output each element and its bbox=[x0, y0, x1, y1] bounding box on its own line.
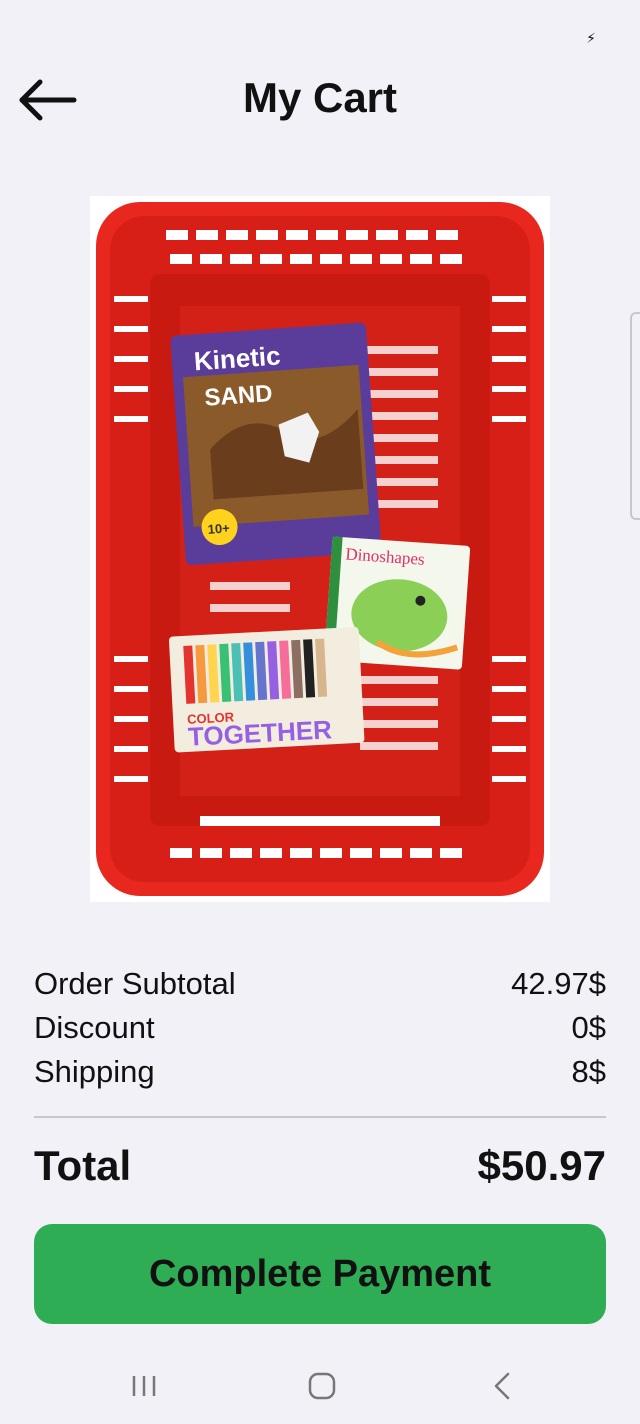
shipping-label: Shipping bbox=[34, 1054, 155, 1089]
scroll-indicator[interactable] bbox=[630, 312, 640, 520]
discount-value: 0$ bbox=[571, 1010, 606, 1045]
subtotal-row: Order Subtotal 42.97$ bbox=[34, 962, 606, 1006]
recents-icon bbox=[132, 1376, 156, 1396]
system-nav-bar bbox=[0, 1350, 640, 1424]
subtotal-value: 42.97$ bbox=[511, 966, 606, 1001]
summary-divider bbox=[34, 1116, 606, 1118]
shipping-value: 8$ bbox=[571, 1054, 606, 1089]
subtotal-label: Order Subtotal bbox=[34, 966, 236, 1001]
nav-back-button[interactable] bbox=[472, 1366, 532, 1406]
discount-row: Discount 0$ bbox=[34, 1006, 606, 1050]
home-icon bbox=[308, 1372, 336, 1400]
total-value: $50.97 bbox=[477, 1142, 606, 1189]
discount-label: Discount bbox=[34, 1010, 155, 1045]
order-summary: Order Subtotal 42.97$ Discount 0$ Shippi… bbox=[34, 962, 606, 1094]
svg-text:10+: 10+ bbox=[207, 520, 230, 537]
complete-payment-button[interactable]: Complete Payment bbox=[34, 1224, 606, 1324]
page-title: My Cart bbox=[242, 74, 398, 121]
total-row: Total $50.97 bbox=[34, 1142, 606, 1190]
cart-basket-image: Kinetic SAND 10+ Dinoshapes COLOR TOGETH… bbox=[90, 196, 550, 902]
status-bar: ⚡ bbox=[0, 0, 640, 60]
nav-back-icon bbox=[494, 1372, 510, 1400]
recents-button[interactable] bbox=[114, 1366, 174, 1406]
home-button[interactable] bbox=[292, 1366, 352, 1406]
svg-text:Kinetic: Kinetic bbox=[193, 340, 282, 376]
shipping-row: Shipping 8$ bbox=[34, 1050, 606, 1094]
total-label: Total bbox=[34, 1142, 132, 1189]
svg-text:SAND: SAND bbox=[204, 380, 274, 412]
app-header: My Cart bbox=[0, 60, 640, 144]
charging-icon: ⚡ bbox=[586, 30, 596, 46]
